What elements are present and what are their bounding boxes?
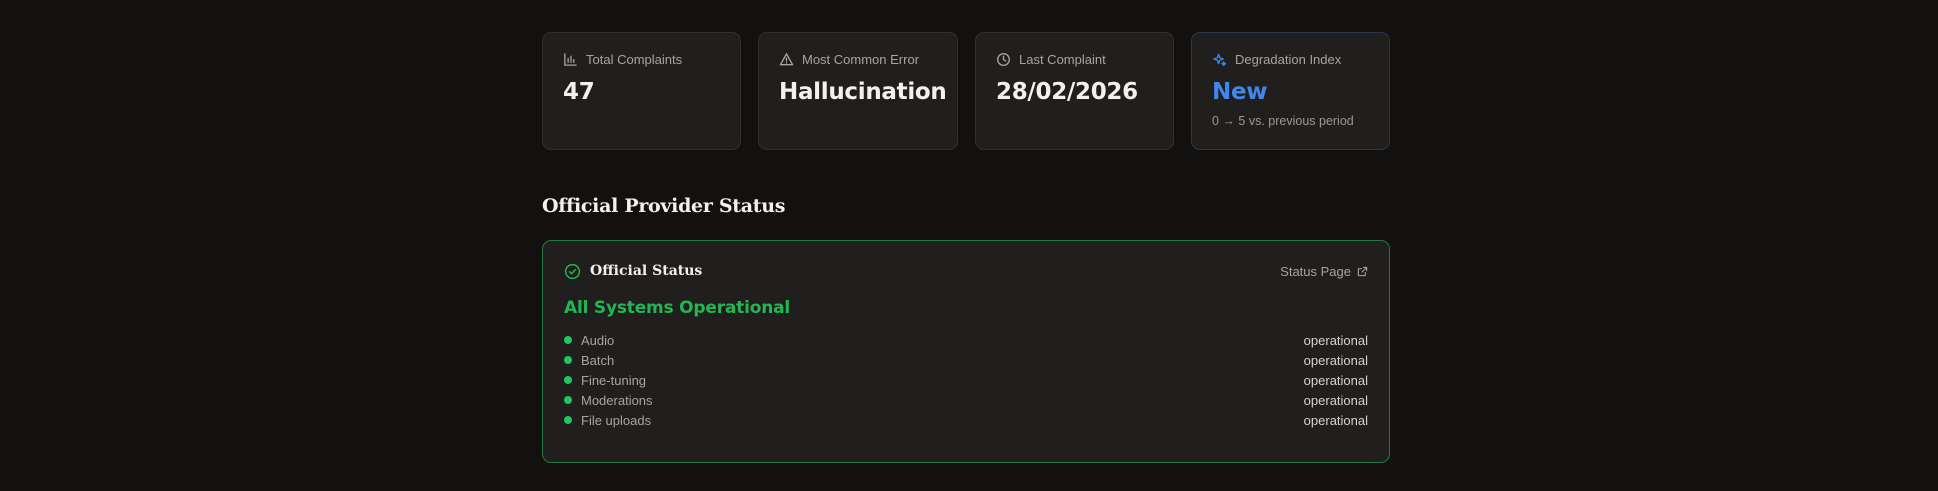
list-item: File uploads operational xyxy=(564,410,1368,430)
status-page-link[interactable]: Status Page xyxy=(1280,264,1368,279)
component-name: Audio xyxy=(581,332,615,348)
component-state: operational xyxy=(1303,412,1368,428)
clock-icon xyxy=(997,52,1010,66)
status-dot-icon xyxy=(564,416,572,424)
status-dot-icon xyxy=(564,336,572,344)
stat-value: Hallucination xyxy=(779,79,947,105)
component-state: operational xyxy=(1303,332,1368,348)
component-state: operational xyxy=(1303,352,1368,368)
stat-card-header: Last Complaint xyxy=(996,51,1153,67)
component-status-list: Audio operational Batch operational Fine… xyxy=(564,330,1368,430)
stat-card-most-common-error: Most Common Error Hallucination xyxy=(758,32,958,150)
component-name: Batch xyxy=(581,352,615,368)
component-state: operational xyxy=(1303,372,1368,388)
stat-card-total-complaints: Total Complaints 47 xyxy=(542,32,741,150)
bar-chart-icon xyxy=(564,52,577,66)
stat-label: Last Complaint xyxy=(1019,51,1106,67)
sparkles-icon xyxy=(1213,53,1227,66)
status-page-link-label: Status Page xyxy=(1280,263,1351,279)
component-label-group: Batch xyxy=(564,353,614,368)
section-title: Official Provider Status xyxy=(542,195,786,217)
stat-label: Total Complaints xyxy=(586,51,683,67)
component-label-group: Audio xyxy=(564,333,614,348)
stat-card-degradation-index: Degradation Index New 0 → 5 vs. previous… xyxy=(1191,32,1390,150)
official-status-card: Official Status Status Page All Systems … xyxy=(542,240,1390,463)
status-dot-icon xyxy=(564,376,572,384)
component-label-group: Fine-tuning xyxy=(564,373,646,388)
component-name: Moderations xyxy=(581,392,653,408)
dashboard-content: Total Complaints 47 Most Common Error Ha… xyxy=(542,32,1390,463)
stat-label: Most Common Error xyxy=(802,51,920,67)
component-label-group: File uploads xyxy=(564,413,651,428)
status-dot-icon xyxy=(564,396,572,404)
stat-value: 47 xyxy=(563,79,595,105)
component-state: operational xyxy=(1303,392,1368,408)
status-dot-icon xyxy=(564,356,572,364)
component-label-group: Moderations xyxy=(564,393,653,408)
component-name: File uploads xyxy=(581,412,652,428)
list-item: Fine-tuning operational xyxy=(564,370,1368,390)
status-card-header: Official Status Status Page xyxy=(564,262,1368,280)
stat-card-header: Total Complaints xyxy=(563,51,720,67)
stat-card-header: Degradation Index xyxy=(1212,51,1369,67)
list-item: Moderations operational xyxy=(564,390,1368,410)
component-name: Fine-tuning xyxy=(581,372,647,388)
list-item: Batch operational xyxy=(564,350,1368,370)
stat-card-last-complaint: Last Complaint 28/02/2026 xyxy=(975,32,1174,150)
warning-triangle-icon xyxy=(779,52,794,65)
external-link-icon xyxy=(1357,266,1368,276)
status-card-title: Official Status xyxy=(590,263,703,279)
status-headline: All Systems Operational xyxy=(564,298,791,318)
stat-subtext: 0 → 5 vs. previous period xyxy=(1212,114,1354,128)
stat-value: 28/02/2026 xyxy=(996,79,1138,105)
status-title-group: Official Status xyxy=(564,263,702,280)
stat-value: New xyxy=(1212,79,1268,105)
check-circle-icon xyxy=(564,263,581,279)
stat-label: Degradation Index xyxy=(1235,51,1342,67)
list-item: Audio operational xyxy=(564,330,1368,350)
stats-row: Total Complaints 47 Most Common Error Ha… xyxy=(542,32,1390,150)
stat-card-header: Most Common Error xyxy=(779,51,937,67)
